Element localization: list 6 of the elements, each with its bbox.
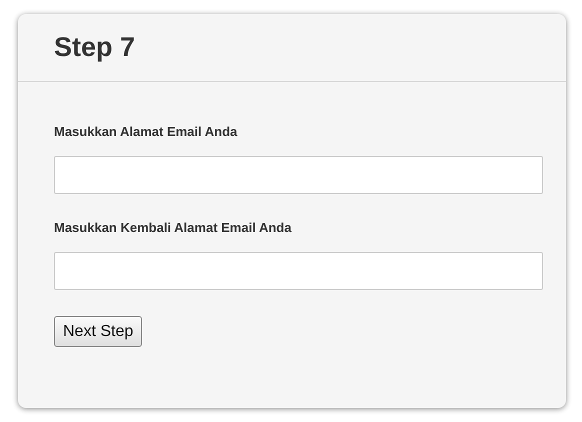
email-field[interactable] (54, 156, 543, 194)
email-field[interactable] (54, 252, 543, 290)
next-step-button[interactable]: Next Step (54, 316, 142, 347)
field-label: Masukkan Kembali Alamat Email Anda (54, 220, 292, 235)
field-label: Masukkan Alamat Email Anda (54, 124, 238, 139)
step-title: Step 7 (54, 32, 136, 63)
